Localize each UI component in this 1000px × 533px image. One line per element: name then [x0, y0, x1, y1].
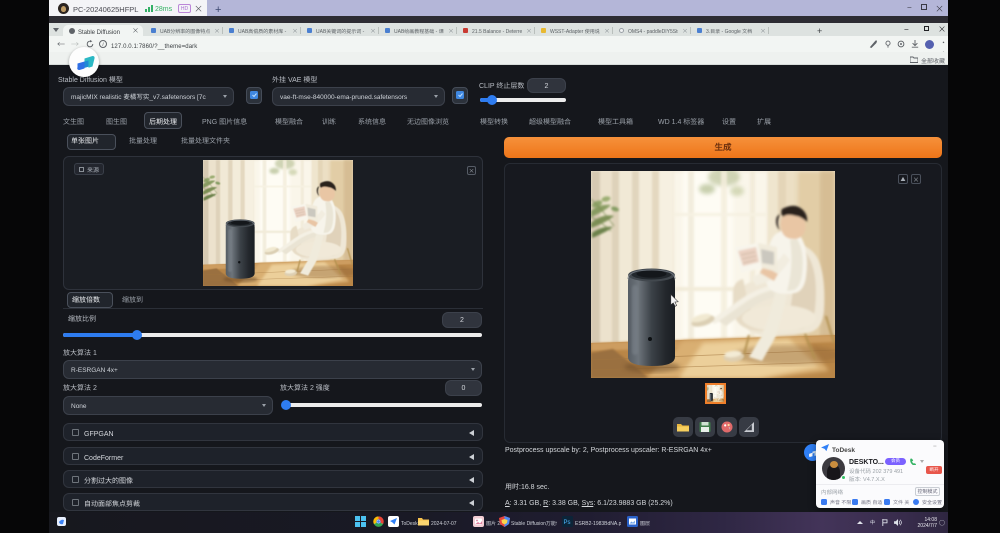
svg-text:Ps: Ps [564, 517, 571, 526]
